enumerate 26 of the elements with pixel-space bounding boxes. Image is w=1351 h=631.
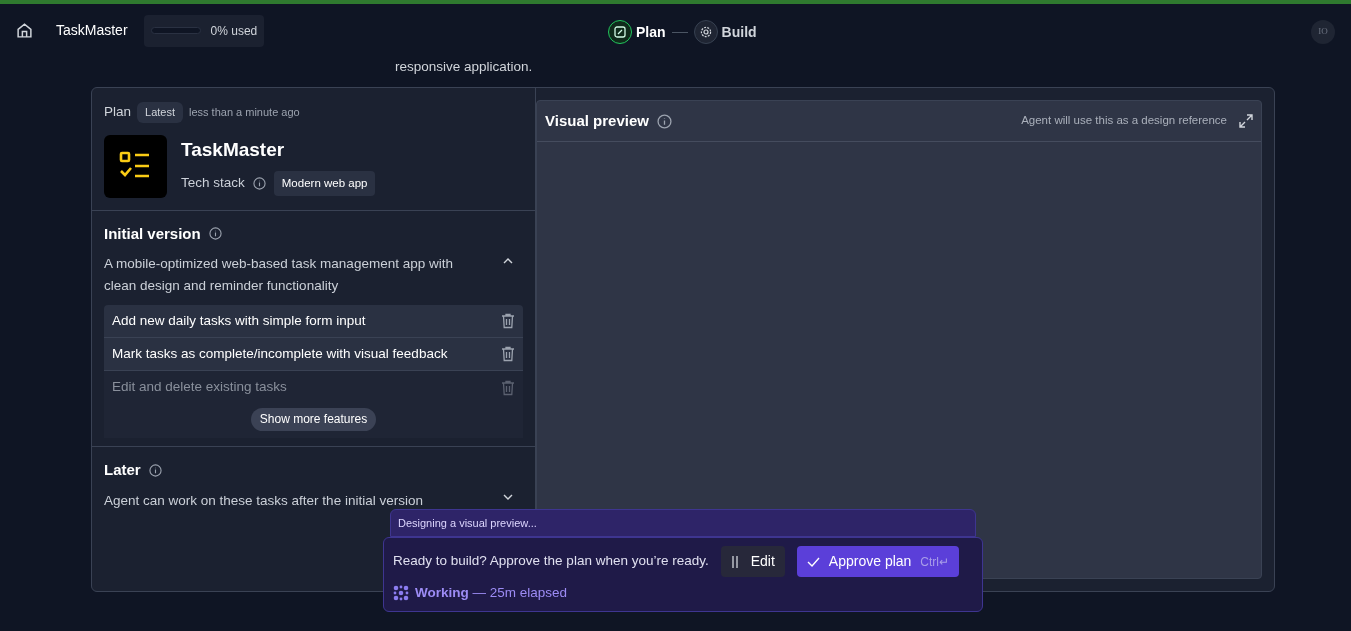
tech-stack-tag: Modern web app bbox=[273, 170, 376, 196]
app-name: TaskMaster bbox=[181, 138, 286, 163]
working-status: Working — 25m elapsed bbox=[415, 584, 568, 602]
tech-stack-label: Tech stack bbox=[181, 174, 245, 193]
timestamp: less than a minute ago bbox=[189, 105, 300, 120]
preview-title: Visual preview bbox=[545, 110, 649, 131]
approval-message: Ready to build? Approve the plan when you’re ready. bbox=[393, 552, 709, 571]
section-title: Initial version bbox=[104, 223, 201, 244]
feature-text: Mark tasks as complete/incomplete with visual feedback bbox=[112, 344, 448, 363]
step-label[interactable]: Build bbox=[721, 22, 757, 42]
feature-text: Edit and delete existing tasks bbox=[112, 378, 287, 397]
step-label[interactable]: Plan bbox=[636, 22, 666, 42]
intro-text: responsive application. bbox=[395, 58, 533, 76]
plan-title: Plan bbox=[104, 103, 132, 122]
edit-button[interactable]: Edit bbox=[720, 546, 785, 577]
show-more-button[interactable]: Show more features bbox=[250, 407, 377, 431]
feature-text: Add new daily tasks with simple form input bbox=[112, 311, 366, 330]
approve-button[interactable]: Approve plan Ctrl↵ bbox=[796, 546, 960, 577]
section-description: Agent can work on these tasks after the initial version bbox=[104, 491, 424, 510]
project-name[interactable]: TaskMaster bbox=[56, 20, 128, 41]
preview-note: Agent will use this as a design reference bbox=[1021, 113, 1227, 129]
status-text: Designing a visual preview... bbox=[398, 515, 537, 531]
section-description: A mobile-optimized web-based task management app with clean design and reminder functionality bbox=[104, 255, 454, 295]
usage-label: 0% used bbox=[210, 22, 258, 40]
latest-badge: Latest bbox=[137, 102, 183, 123]
section-title: Later bbox=[104, 460, 141, 480]
